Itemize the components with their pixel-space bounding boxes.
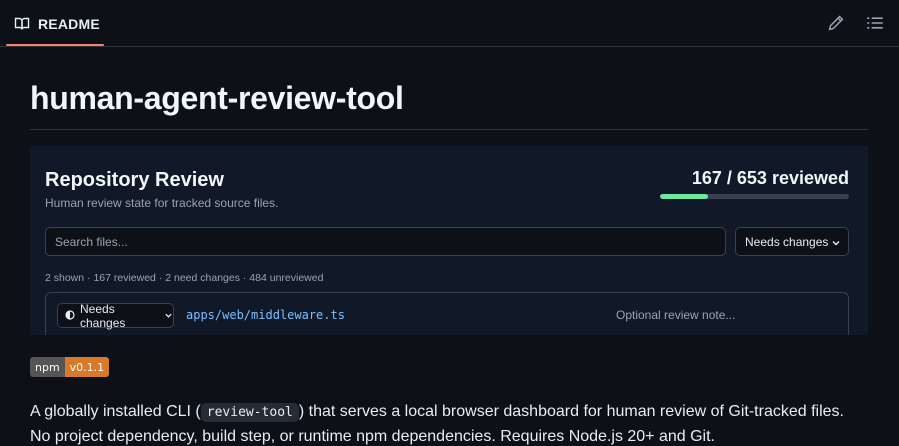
readme-tabbar: README bbox=[0, 0, 899, 47]
chevron-down-icon bbox=[831, 237, 841, 251]
npm-version-badge[interactable]: npm v0.1.1 bbox=[30, 357, 110, 377]
file-path-link[interactable]: apps/web/middleware.ts bbox=[186, 308, 345, 322]
file-status-select[interactable]: Needs changes bbox=[57, 301, 174, 330]
description-line-2: No project dependency, build step, or ru… bbox=[30, 428, 715, 445]
progress-bar bbox=[660, 194, 849, 199]
description-text-start: A globally installed CLI ( bbox=[30, 403, 201, 420]
review-summary: 2 shown · 167 reviewed · 2 need changes … bbox=[45, 272, 324, 284]
status-filter-select[interactable]: Needs changes bbox=[735, 227, 849, 256]
badge-label: npm bbox=[30, 357, 65, 377]
badge-version: v0.1.1 bbox=[64, 357, 110, 377]
search-input[interactable] bbox=[45, 227, 726, 256]
chevron-down-icon bbox=[164, 309, 173, 323]
title-divider bbox=[30, 129, 868, 130]
active-tab-underline bbox=[6, 44, 104, 46]
status-filter-value: Needs changes bbox=[745, 234, 829, 249]
panel-subtitle: Human review state for tracked source fi… bbox=[45, 196, 279, 210]
progress-bar-fill bbox=[660, 194, 709, 199]
file-status-label: Needs changes bbox=[80, 301, 126, 330]
inline-code: review-tool bbox=[200, 403, 299, 422]
pencil-icon[interactable] bbox=[827, 14, 845, 32]
dashboard-preview: Repository Review Human review state for… bbox=[30, 146, 868, 335]
review-note-field[interactable]: Optional review note... bbox=[616, 308, 735, 322]
half-circle-icon bbox=[65, 309, 75, 323]
list-icon[interactable] bbox=[866, 14, 884, 32]
progress-text: 167 / 653 reviewed bbox=[691, 168, 849, 188]
description-text-end: ) that serves a local browser dashboard … bbox=[298, 403, 844, 420]
readme-title: human-agent-review-tool bbox=[30, 80, 404, 116]
tab-readme[interactable]: README bbox=[6, 0, 108, 47]
description-paragraph: A globally installed CLI (review-tool) t… bbox=[30, 400, 899, 446]
tab-readme-label: README bbox=[38, 15, 100, 32]
file-row: Needs changes apps/web/middleware.ts Opt… bbox=[45, 292, 849, 335]
panel-title: Repository Review bbox=[45, 169, 224, 191]
book-icon bbox=[14, 16, 30, 32]
